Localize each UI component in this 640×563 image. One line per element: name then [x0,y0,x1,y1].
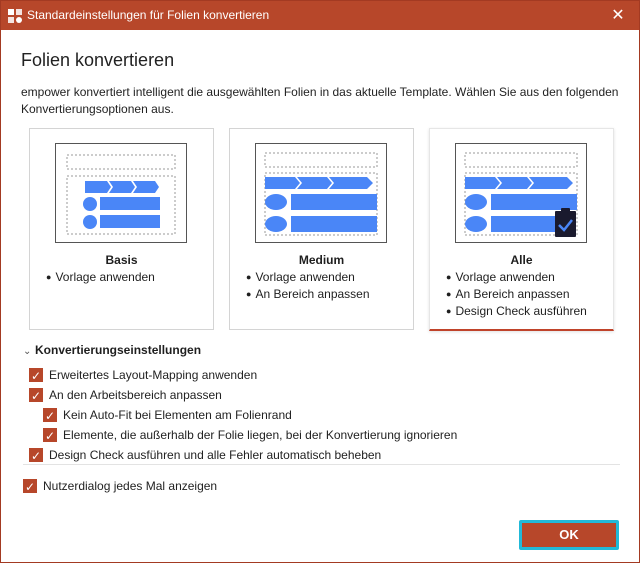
checkbox-row-show-dialog[interactable]: ✓ Nutzerdialog jedes Mal anzeigen [23,478,217,494]
dialog-window: Standardeinstellungen für Folien konvert… [0,0,640,563]
checkbox-label: Nutzerdialog jedes Mal anzeigen [43,479,218,493]
basis-preview-icon [55,143,187,243]
checkbox-label: Kein Auto-Fit bei Elementen am Folienran… [63,408,292,422]
option-title: Basis [105,253,138,267]
list-item: Vorlage anwenden [246,269,370,286]
divider [23,464,620,465]
list-item: Vorlage anwenden [46,269,154,286]
checkbox[interactable]: ✓ [23,479,37,494]
checkbox[interactable]: ✓ [43,408,57,423]
option-card-alle[interactable]: Alle Vorlage anwenden An Bereich anpasse… [429,128,614,331]
option-card-medium[interactable]: Medium Vorlage anwenden An Bereich anpas… [229,128,414,330]
option-feature-list: Vorlage anwenden An Bereich anpassen Des… [446,269,587,320]
checkbox-label: An den Arbeitsbereich anpassen [49,388,222,402]
checkbox-row-layout-mapping[interactable]: ✓ Erweitertes Layout-Mapping anwenden [29,367,257,383]
list-item: Vorlage anwenden [446,269,587,286]
checkbox-row-design-check[interactable]: ✓ Design Check ausführen und alle Fehler… [29,447,381,463]
medium-preview-icon [255,143,387,243]
checkbox-label: Design Check ausführen und alle Fehler a… [49,448,382,462]
close-button[interactable]: ✕ [597,1,639,30]
list-item: An Bereich anpassen [246,286,369,303]
option-title: Alle [510,253,533,267]
checkbox-row-no-autofit[interactable]: ✓ Kein Auto-Fit bei Elementen am Folienr… [43,407,292,423]
powerpoint-logo-icon [8,9,22,23]
checkbox[interactable]: ✓ [29,448,43,463]
section-title: Konvertierungseinstellungen [35,343,202,357]
ok-button[interactable]: OK [519,520,619,550]
checkbox[interactable]: ✓ [29,368,43,383]
checkbox[interactable]: ✓ [29,388,43,403]
list-item: Design Check ausführen [446,303,586,320]
page-title: Folien konvertieren [21,50,175,70]
option-feature-list: Vorlage anwenden An Bereich anpassen [246,269,370,303]
checkbox-label: Elemente, die außerhalb der Folie liegen… [63,428,458,442]
option-feature-list: Vorlage anwenden [46,269,154,286]
clipboard-check-icon [555,208,576,237]
chevron-down-icon: ⌄ [23,346,32,357]
option-card-basis[interactable]: Basis Vorlage anwenden [29,128,214,330]
list-item: An Bereich anpassen [446,286,587,303]
checkbox-row-workspace-fit[interactable]: ✓ An den Arbeitsbereich anpassen [29,387,222,403]
option-title: Medium [298,253,345,267]
checkbox-label: Erweitertes Layout-Mapping anwenden [49,368,258,382]
alle-preview-icon [455,143,587,243]
description-text: empower konvertiert intelligent die ausg… [21,85,619,116]
settings-section-header[interactable]: ⌄ Konvertierungseinstellungen [23,343,201,357]
title-bar: Standardeinstellungen für Folien konvert… [1,1,639,30]
window-title: Standardeinstellungen für Folien konvert… [27,8,270,22]
checkbox-row-ignore-outside[interactable]: ✓ Elemente, die außerhalb der Folie lieg… [43,427,457,443]
close-icon: ✕ [611,7,625,24]
checkbox[interactable]: ✓ [43,428,57,443]
